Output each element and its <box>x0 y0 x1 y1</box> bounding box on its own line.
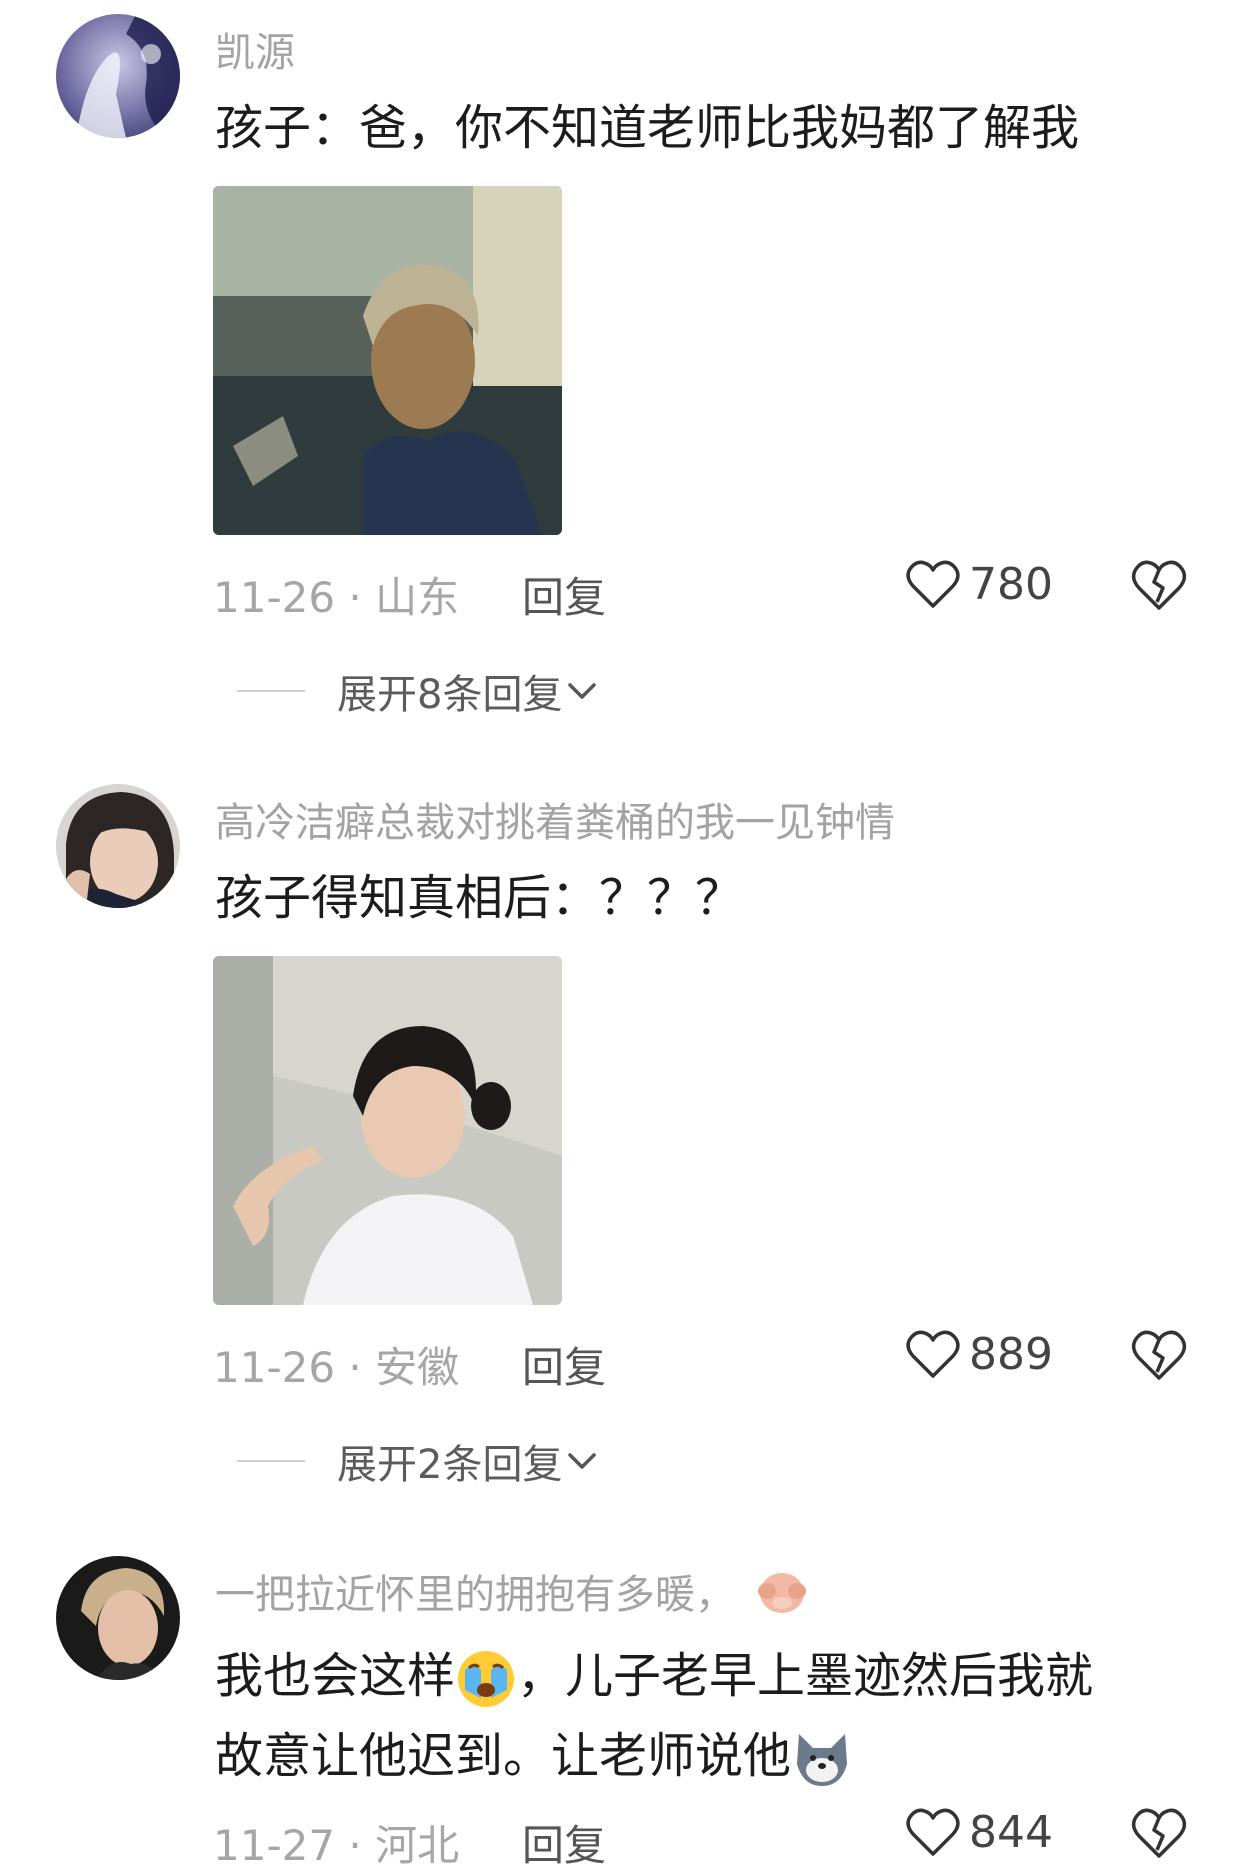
like-count: 844 <box>969 1806 1053 1858</box>
like-count: 780 <box>969 558 1053 610</box>
text-segment: 我也会这样 <box>215 1648 456 1704</box>
comment-image[interactable] <box>213 956 562 1305</box>
comment-date-location: 11-26 · 山东 <box>213 573 460 622</box>
comment-username[interactable]: 凯源 <box>215 20 295 78</box>
dislike-button[interactable] <box>1130 1806 1188 1864</box>
like-button[interactable]: 889 <box>905 1328 1053 1380</box>
like-count: 889 <box>969 1328 1053 1380</box>
comment-text: 我也会这样 ，儿子老早上墨迹然后我就 故意让他迟到。让老师说他 <box>215 1636 1205 1796</box>
reply-button[interactable]: 回复 <box>522 1334 606 1395</box>
avatar[interactable] <box>56 784 180 908</box>
comment-username[interactable]: 一把拉近怀里的拥抱有多暖， <box>215 1562 735 1620</box>
avatar[interactable] <box>56 1556 180 1680</box>
reply-button[interactable]: 回复 <box>522 1812 606 1873</box>
broken-heart-icon <box>1131 560 1187 610</box>
text-segment: ，儿子老早上墨迹然后我就 <box>517 1648 1094 1704</box>
avatar[interactable] <box>56 14 180 138</box>
comment-image[interactable] <box>213 186 562 535</box>
dog-emoji-icon <box>797 1734 848 1786</box>
expand-replies-label: 展开8条回复 <box>337 672 563 718</box>
comment-text: 孩子：爸，你不知道老师比我妈都了解我 <box>215 100 1080 156</box>
divider-line <box>237 690 305 692</box>
expand-replies-label: 展开2条回复 <box>337 1442 563 1488</box>
expand-replies-button[interactable]: 展开2条回复 <box>237 1432 602 1490</box>
comment-username[interactable]: 高冷洁癖总裁对挑着粪桶的我一见钟情 <box>215 790 895 848</box>
chevron-down-icon <box>568 683 597 699</box>
like-button[interactable]: 780 <box>905 558 1053 610</box>
text-segment: 故意让他迟到。让老师说他 <box>215 1728 792 1784</box>
like-button[interactable]: 844 <box>905 1806 1053 1858</box>
broken-heart-icon <box>1131 1330 1187 1380</box>
heart-icon <box>906 560 960 608</box>
comment-text-line-2: 故意让他迟到。让老师说他 <box>215 1716 1205 1796</box>
heart-icon <box>906 1330 960 1378</box>
chevron-down-icon <box>568 1453 597 1469</box>
crying-emoji-icon <box>458 1651 515 1707</box>
username-row: 一把拉近怀里的拥抱有多暖， <box>215 1562 809 1620</box>
expand-replies-button[interactable]: 展开8条回复 <box>237 662 602 720</box>
comment-date-location: 11-26 · 安徽 <box>213 1343 460 1392</box>
heart-icon <box>906 1808 960 1856</box>
comment-text-line-1: 我也会这样 ，儿子老早上墨迹然后我就 <box>215 1636 1205 1716</box>
comment-date-location: 11-27 · 河北 <box>213 1821 460 1870</box>
reply-button[interactable]: 回复 <box>522 564 606 625</box>
dislike-button[interactable] <box>1130 1328 1188 1386</box>
divider-line <box>237 1460 305 1462</box>
broken-heart-icon <box>1131 1808 1187 1858</box>
comment-text: 孩子得知真相后：？？？ <box>215 870 744 926</box>
dislike-button[interactable] <box>1130 558 1188 616</box>
see-no-evil-emoji-icon <box>758 1573 806 1613</box>
